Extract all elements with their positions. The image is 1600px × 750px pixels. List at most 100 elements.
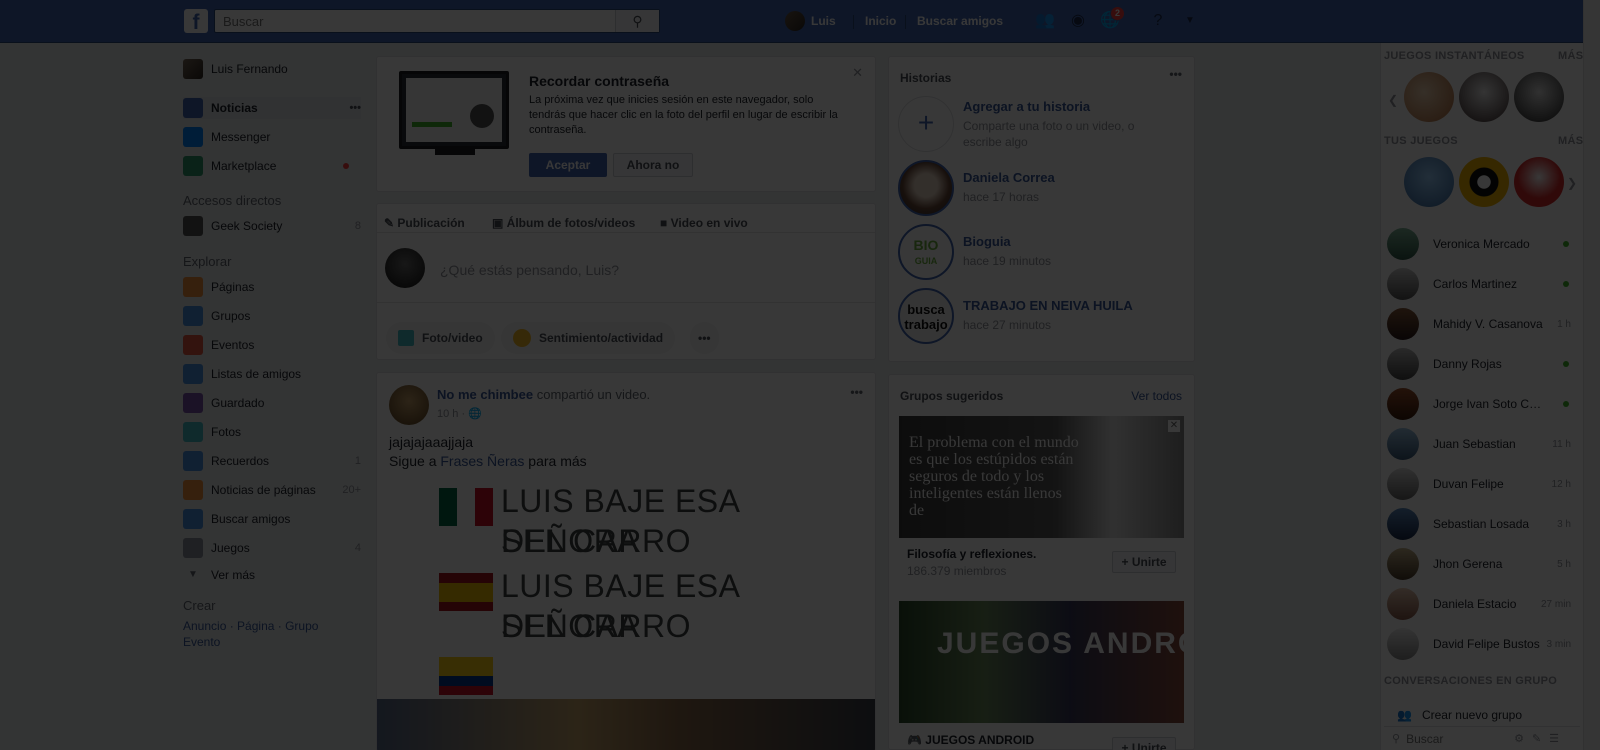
photo-video-button[interactable]: Foto/video bbox=[386, 322, 495, 354]
not-now-button[interactable]: Ahora no bbox=[613, 153, 693, 177]
close-icon[interactable]: ✕ bbox=[852, 65, 863, 81]
see-more-label: Ver más bbox=[211, 568, 256, 582]
contact-name: Sebastian Losada bbox=[1433, 517, 1530, 531]
more-link[interactable]: MÁS bbox=[1558, 50, 1583, 62]
stories-options-icon[interactable]: ••• bbox=[1169, 67, 1182, 81]
mexico-flag-icon bbox=[439, 488, 493, 526]
bioguia-logo[interactable]: BIO GUIA bbox=[898, 224, 954, 280]
game-thumbnail[interactable] bbox=[1514, 157, 1564, 207]
8-ball-game-icon[interactable] bbox=[1459, 157, 1509, 207]
post-options-icon[interactable]: ••• bbox=[850, 385, 863, 399]
chat-contact[interactable]: Duvan Felipe 12 h bbox=[1387, 466, 1577, 502]
group-banner[interactable]: El problema con el mundo es que los estú… bbox=[899, 416, 1184, 538]
chat-contact[interactable]: Danny Rojas bbox=[1387, 346, 1577, 382]
sidebar-item-groups[interactable]: Grupos bbox=[183, 305, 361, 327]
tab-photo-album[interactable]: ▣ Álbum de fotos/videos bbox=[492, 216, 635, 230]
avatar[interactable] bbox=[389, 385, 429, 425]
settings-icon[interactable]: ⚙ bbox=[1514, 732, 1524, 745]
sidebar-item-find-friends[interactable]: Buscar amigos bbox=[183, 508, 361, 530]
close-icon[interactable]: ✕ bbox=[1168, 420, 1180, 432]
scrollbar[interactable] bbox=[1583, 0, 1600, 750]
friend-requests-icon[interactable]: 👥 bbox=[1035, 11, 1055, 31]
group-banner[interactable]: JUEGOS ANDROID bbox=[899, 601, 1184, 723]
story-time: hace 27 minutos bbox=[963, 318, 1052, 332]
game-thumbnail[interactable] bbox=[1404, 72, 1454, 122]
create-ad-link[interactable]: Anuncio bbox=[183, 619, 226, 633]
help-icon[interactable]: ? bbox=[1148, 11, 1168, 31]
accept-button[interactable]: Aceptar bbox=[529, 153, 607, 177]
more-link[interactable]: MÁS bbox=[1558, 135, 1583, 147]
chat-contact[interactable]: Daniela Estacio 27 min bbox=[1387, 586, 1577, 622]
online-indicator bbox=[1563, 361, 1569, 367]
post-time[interactable]: 10 h bbox=[437, 408, 458, 420]
sidebar-item-memories[interactable]: Recuerdos 1 bbox=[183, 450, 361, 472]
post-author[interactable]: No me chimbee bbox=[437, 387, 533, 402]
create-group-button[interactable]: 👥 Crear nuevo grupo bbox=[1397, 708, 1522, 722]
group-name[interactable]: 🎮 JUEGOS ANDROID bbox=[907, 733, 1034, 747]
tab-live-video[interactable]: ■ Video en vivo bbox=[660, 216, 748, 230]
find-friends-link[interactable]: Buscar amigos bbox=[917, 14, 1003, 28]
trabajo-logo[interactable]: busca trabajo bbox=[898, 288, 954, 344]
create-group-link[interactable]: Grupo bbox=[285, 619, 318, 633]
home-link[interactable]: Inicio bbox=[865, 14, 896, 28]
create-page-link[interactable]: Página bbox=[237, 619, 274, 633]
chat-contact[interactable]: David Felipe Bustos 3 min bbox=[1387, 626, 1577, 662]
more-actions-button[interactable]: ••• bbox=[690, 322, 719, 354]
story-author[interactable]: TRABAJO EN NEIVA HUILA bbox=[963, 298, 1133, 313]
chat-contact[interactable]: Carlos Martinez bbox=[1387, 266, 1577, 302]
profile-link[interactable]: Luis bbox=[785, 11, 836, 31]
story-avatar[interactable] bbox=[898, 160, 954, 216]
chat-contact[interactable]: Sebastian Losada 3 h bbox=[1387, 506, 1577, 542]
sidebar-item-marketplace[interactable]: Marketplace bbox=[183, 155, 361, 177]
group-name[interactable]: Filosofía y reflexiones. bbox=[907, 547, 1036, 561]
add-story-icon[interactable]: + bbox=[898, 96, 954, 152]
sidebar-item-messenger[interactable]: Messenger bbox=[183, 126, 361, 148]
game-thumbnail[interactable] bbox=[1459, 72, 1509, 122]
feeling-activity-button[interactable]: Sentimiento/actividad bbox=[501, 322, 676, 354]
video-thumbnail[interactable] bbox=[377, 699, 875, 750]
last-active: 11 h bbox=[1552, 438, 1571, 450]
see-all-link[interactable]: Ver todos bbox=[1131, 389, 1182, 403]
sidebar-item-games[interactable]: Juegos 4 bbox=[183, 537, 361, 559]
create-event-link[interactable]: Evento bbox=[183, 635, 220, 649]
join-group-button[interactable]: + Unirte bbox=[1112, 551, 1176, 573]
more-options-icon[interactable]: ••• bbox=[349, 102, 361, 114]
facebook-logo-icon[interactable]: f bbox=[184, 9, 208, 33]
chat-contact[interactable]: Juan Sebastian 11 h bbox=[1387, 426, 1577, 462]
sidebar-item-friend-lists[interactable]: Listas de amigos bbox=[183, 363, 361, 385]
chat-contact[interactable]: Jorge Ivan Soto Castro bbox=[1387, 386, 1577, 422]
options-icon[interactable]: ☰ bbox=[1549, 732, 1559, 745]
story-author[interactable]: Daniela Correa bbox=[963, 170, 1055, 185]
tab-post[interactable]: ✎ Publicación bbox=[384, 216, 465, 230]
sidebar-profile[interactable]: Luis Fernando bbox=[183, 58, 361, 80]
sidebar-item-photos[interactable]: Fotos bbox=[183, 421, 361, 443]
marketplace-icon bbox=[183, 156, 203, 176]
messenger-icon[interactable]: ◉ bbox=[1068, 11, 1088, 31]
sidebar-item-news[interactable]: Noticias ••• bbox=[183, 97, 361, 119]
story-author[interactable]: Bioguia bbox=[963, 234, 1011, 249]
sidebar-item-pages[interactable]: Páginas bbox=[183, 276, 361, 298]
chat-contact[interactable]: Jhon Gerena 5 h bbox=[1387, 546, 1577, 582]
chevron-left-icon[interactable]: ❮ bbox=[1388, 93, 1398, 107]
chat-contact[interactable]: Mahidy V. Casanova 1 h bbox=[1387, 306, 1577, 342]
see-more-link[interactable]: ▼ Ver más bbox=[183, 564, 361, 586]
chat-search-input[interactable] bbox=[1406, 731, 1507, 746]
sidebar-item-page-news[interactable]: Noticias de páginas 20+ bbox=[183, 479, 361, 501]
chevron-down-icon[interactable]: ▼ bbox=[1180, 11, 1200, 31]
top-bar: f ⚲ Luis Inicio Buscar amigos 👥 ◉ 🌐2 ? ▼ bbox=[0, 0, 1583, 43]
chevron-right-icon[interactable]: ❯ bbox=[1567, 176, 1577, 190]
game-thumbnail[interactable] bbox=[1404, 157, 1454, 207]
sidebar-item-geek-society[interactable]: Geek Society 8 bbox=[183, 215, 361, 237]
post-page-link[interactable]: Frases Ñeras bbox=[440, 453, 524, 469]
game-thumbnail[interactable] bbox=[1514, 72, 1564, 122]
sidebar-item-saved[interactable]: Guardado bbox=[183, 392, 361, 414]
chat-contact[interactable]: Veronica Mercado bbox=[1387, 226, 1577, 262]
search-input[interactable] bbox=[215, 10, 615, 32]
notifications-icon[interactable]: 🌐 2 bbox=[1100, 6, 1126, 31]
add-story-title[interactable]: Agregar a tu historia bbox=[963, 99, 1090, 114]
compose-icon[interactable]: ✎ bbox=[1532, 732, 1541, 745]
join-group-button[interactable]: + Unirte bbox=[1112, 737, 1176, 750]
sidebar-item-events[interactable]: Eventos bbox=[183, 334, 361, 356]
search-icon[interactable]: ⚲ bbox=[615, 10, 659, 32]
composer-placeholder[interactable]: ¿Qué estás pensando, Luis? bbox=[440, 262, 619, 278]
